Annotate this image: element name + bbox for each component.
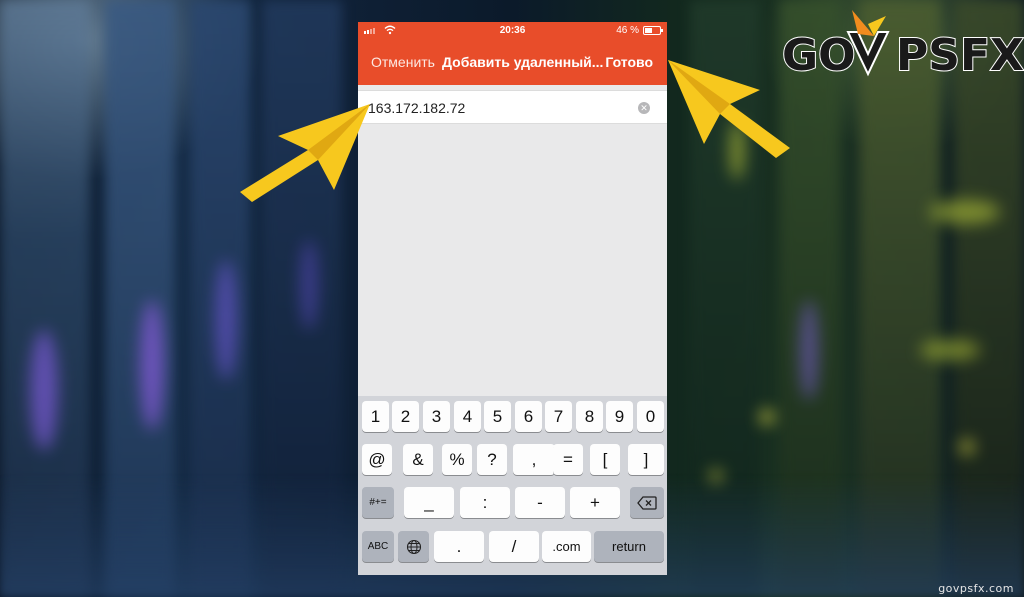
key-2[interactable]: 2 [392, 401, 419, 432]
key-symbols-shift[interactable]: #+= [362, 487, 394, 518]
key-underscore[interactable]: _ [404, 487, 454, 518]
logo-suffix: PSFX [895, 29, 1024, 82]
key-3[interactable]: 3 [423, 401, 450, 432]
phone-screen: 20:36 46 % Отменить Добавить удаленный..… [358, 22, 667, 575]
key-open-bracket[interactable]: [ [590, 444, 620, 475]
govpsfx-logo: GO PSFX [778, 10, 1024, 82]
globe-icon[interactable] [398, 531, 429, 562]
backspace-icon[interactable] [630, 487, 664, 518]
key-7[interactable]: 7 [545, 401, 572, 432]
watermark-text: govpsfx.com [938, 582, 1014, 595]
key-plus[interactable]: + [570, 487, 620, 518]
navigation-bar: Отменить Добавить удаленный... Готово [358, 40, 667, 85]
key-colon[interactable]: : [460, 487, 510, 518]
key-9[interactable]: 9 [606, 401, 633, 432]
right-arrow-icon [668, 60, 790, 158]
key-close-bracket[interactable]: ] [628, 444, 664, 475]
key-ampersand[interactable]: & [403, 444, 433, 475]
key-slash[interactable]: / [489, 531, 539, 562]
key-at[interactable]: @ [362, 444, 392, 475]
key-period[interactable]: . [434, 531, 484, 562]
battery-icon [643, 26, 663, 35]
host-input-row: ✕ [358, 90, 667, 124]
key-comma[interactable]: , [513, 444, 555, 475]
logo-v-mark-icon [846, 10, 890, 77]
key-percent[interactable]: % [442, 444, 472, 475]
key-5[interactable]: 5 [484, 401, 511, 432]
key-0[interactable]: 0 [637, 401, 664, 432]
clear-x-icon[interactable]: ✕ [638, 102, 650, 114]
key-question[interactable]: ? [477, 444, 507, 475]
key-dotcom[interactable]: .com [542, 531, 591, 562]
key-1[interactable]: 1 [362, 401, 389, 432]
left-arrow-icon [240, 104, 370, 202]
battery-percent: 46 % [616, 25, 639, 36]
status-bar: 20:36 46 % [358, 22, 667, 40]
key-8[interactable]: 8 [576, 401, 603, 432]
key-6[interactable]: 6 [515, 401, 542, 432]
nav-title: Добавить удаленный... [442, 54, 604, 70]
numeric-keyboard: 1 2 3 4 5 6 7 8 9 0 @ & % ? , = [ ] #+= … [358, 396, 667, 575]
key-abc[interactable]: ABC [362, 531, 394, 562]
key-4[interactable]: 4 [454, 401, 481, 432]
done-button[interactable]: Готово [605, 54, 653, 70]
key-minus[interactable]: - [515, 487, 565, 518]
host-address-input[interactable] [368, 97, 628, 119]
return-button[interactable]: return [594, 531, 664, 562]
cancel-button[interactable]: Отменить [371, 54, 435, 70]
key-equals[interactable]: = [553, 444, 583, 475]
